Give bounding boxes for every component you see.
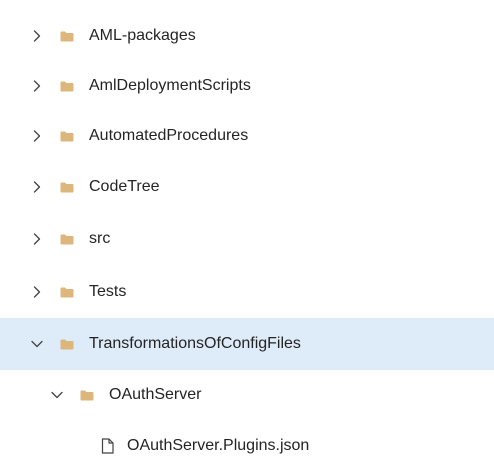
chevron-right-icon[interactable] (30, 79, 44, 93)
chevron-right-icon[interactable] (30, 129, 44, 143)
tree-item-label: AML-packages (89, 27, 196, 44)
tree-item-label: AmlDeploymentScripts (89, 77, 251, 94)
tree-item-label: OAuthServer.Plugins.json (127, 437, 310, 454)
tree-item-amldeploymentscripts[interactable]: AmlDeploymentScripts (0, 61, 494, 111)
tree-item-codetree[interactable]: CodeTree (0, 162, 494, 212)
tree-item-label: TransformationsOfConfigFiles (89, 335, 301, 352)
folder-icon (60, 287, 74, 297)
tree-item-automatedprocedures[interactable]: AutomatedProcedures (0, 111, 494, 161)
folder-icon (60, 234, 74, 244)
tree-item-tests[interactable]: Tests (0, 267, 494, 317)
chevron-right-icon[interactable] (30, 29, 44, 43)
file-tree: AML-packages AmlDeploymentScripts Automa… (0, 0, 494, 469)
tree-item-transformationsofconfigfiles[interactable]: TransformationsOfConfigFiles (0, 318, 494, 370)
folder-icon (60, 182, 74, 192)
tree-item-label: AutomatedProcedures (89, 127, 249, 144)
tree-item-oauthserver-plugins-json[interactable]: OAuthServer.Plugins.json (0, 421, 494, 471)
folder-icon (60, 339, 74, 349)
tree-item-label: CodeTree (89, 178, 160, 195)
chevron-down-icon[interactable] (50, 388, 64, 402)
tree-item-label: src (89, 230, 111, 247)
chevron-right-icon[interactable] (30, 180, 44, 194)
folder-icon (60, 131, 74, 141)
tree-item-label: OAuthServer (109, 386, 202, 403)
folder-icon (60, 81, 74, 91)
tree-item-aml-packages[interactable]: AML-packages (0, 11, 494, 61)
chevron-right-icon[interactable] (30, 285, 44, 299)
file-icon (101, 438, 114, 454)
chevron-down-icon[interactable] (30, 337, 44, 351)
folder-icon (60, 31, 74, 41)
tree-item-src[interactable]: src (0, 214, 494, 264)
tree-item-oauthserver[interactable]: OAuthServer (0, 370, 494, 420)
folder-icon (80, 390, 94, 400)
tree-item-label: Tests (89, 283, 127, 300)
chevron-right-icon[interactable] (30, 232, 44, 246)
